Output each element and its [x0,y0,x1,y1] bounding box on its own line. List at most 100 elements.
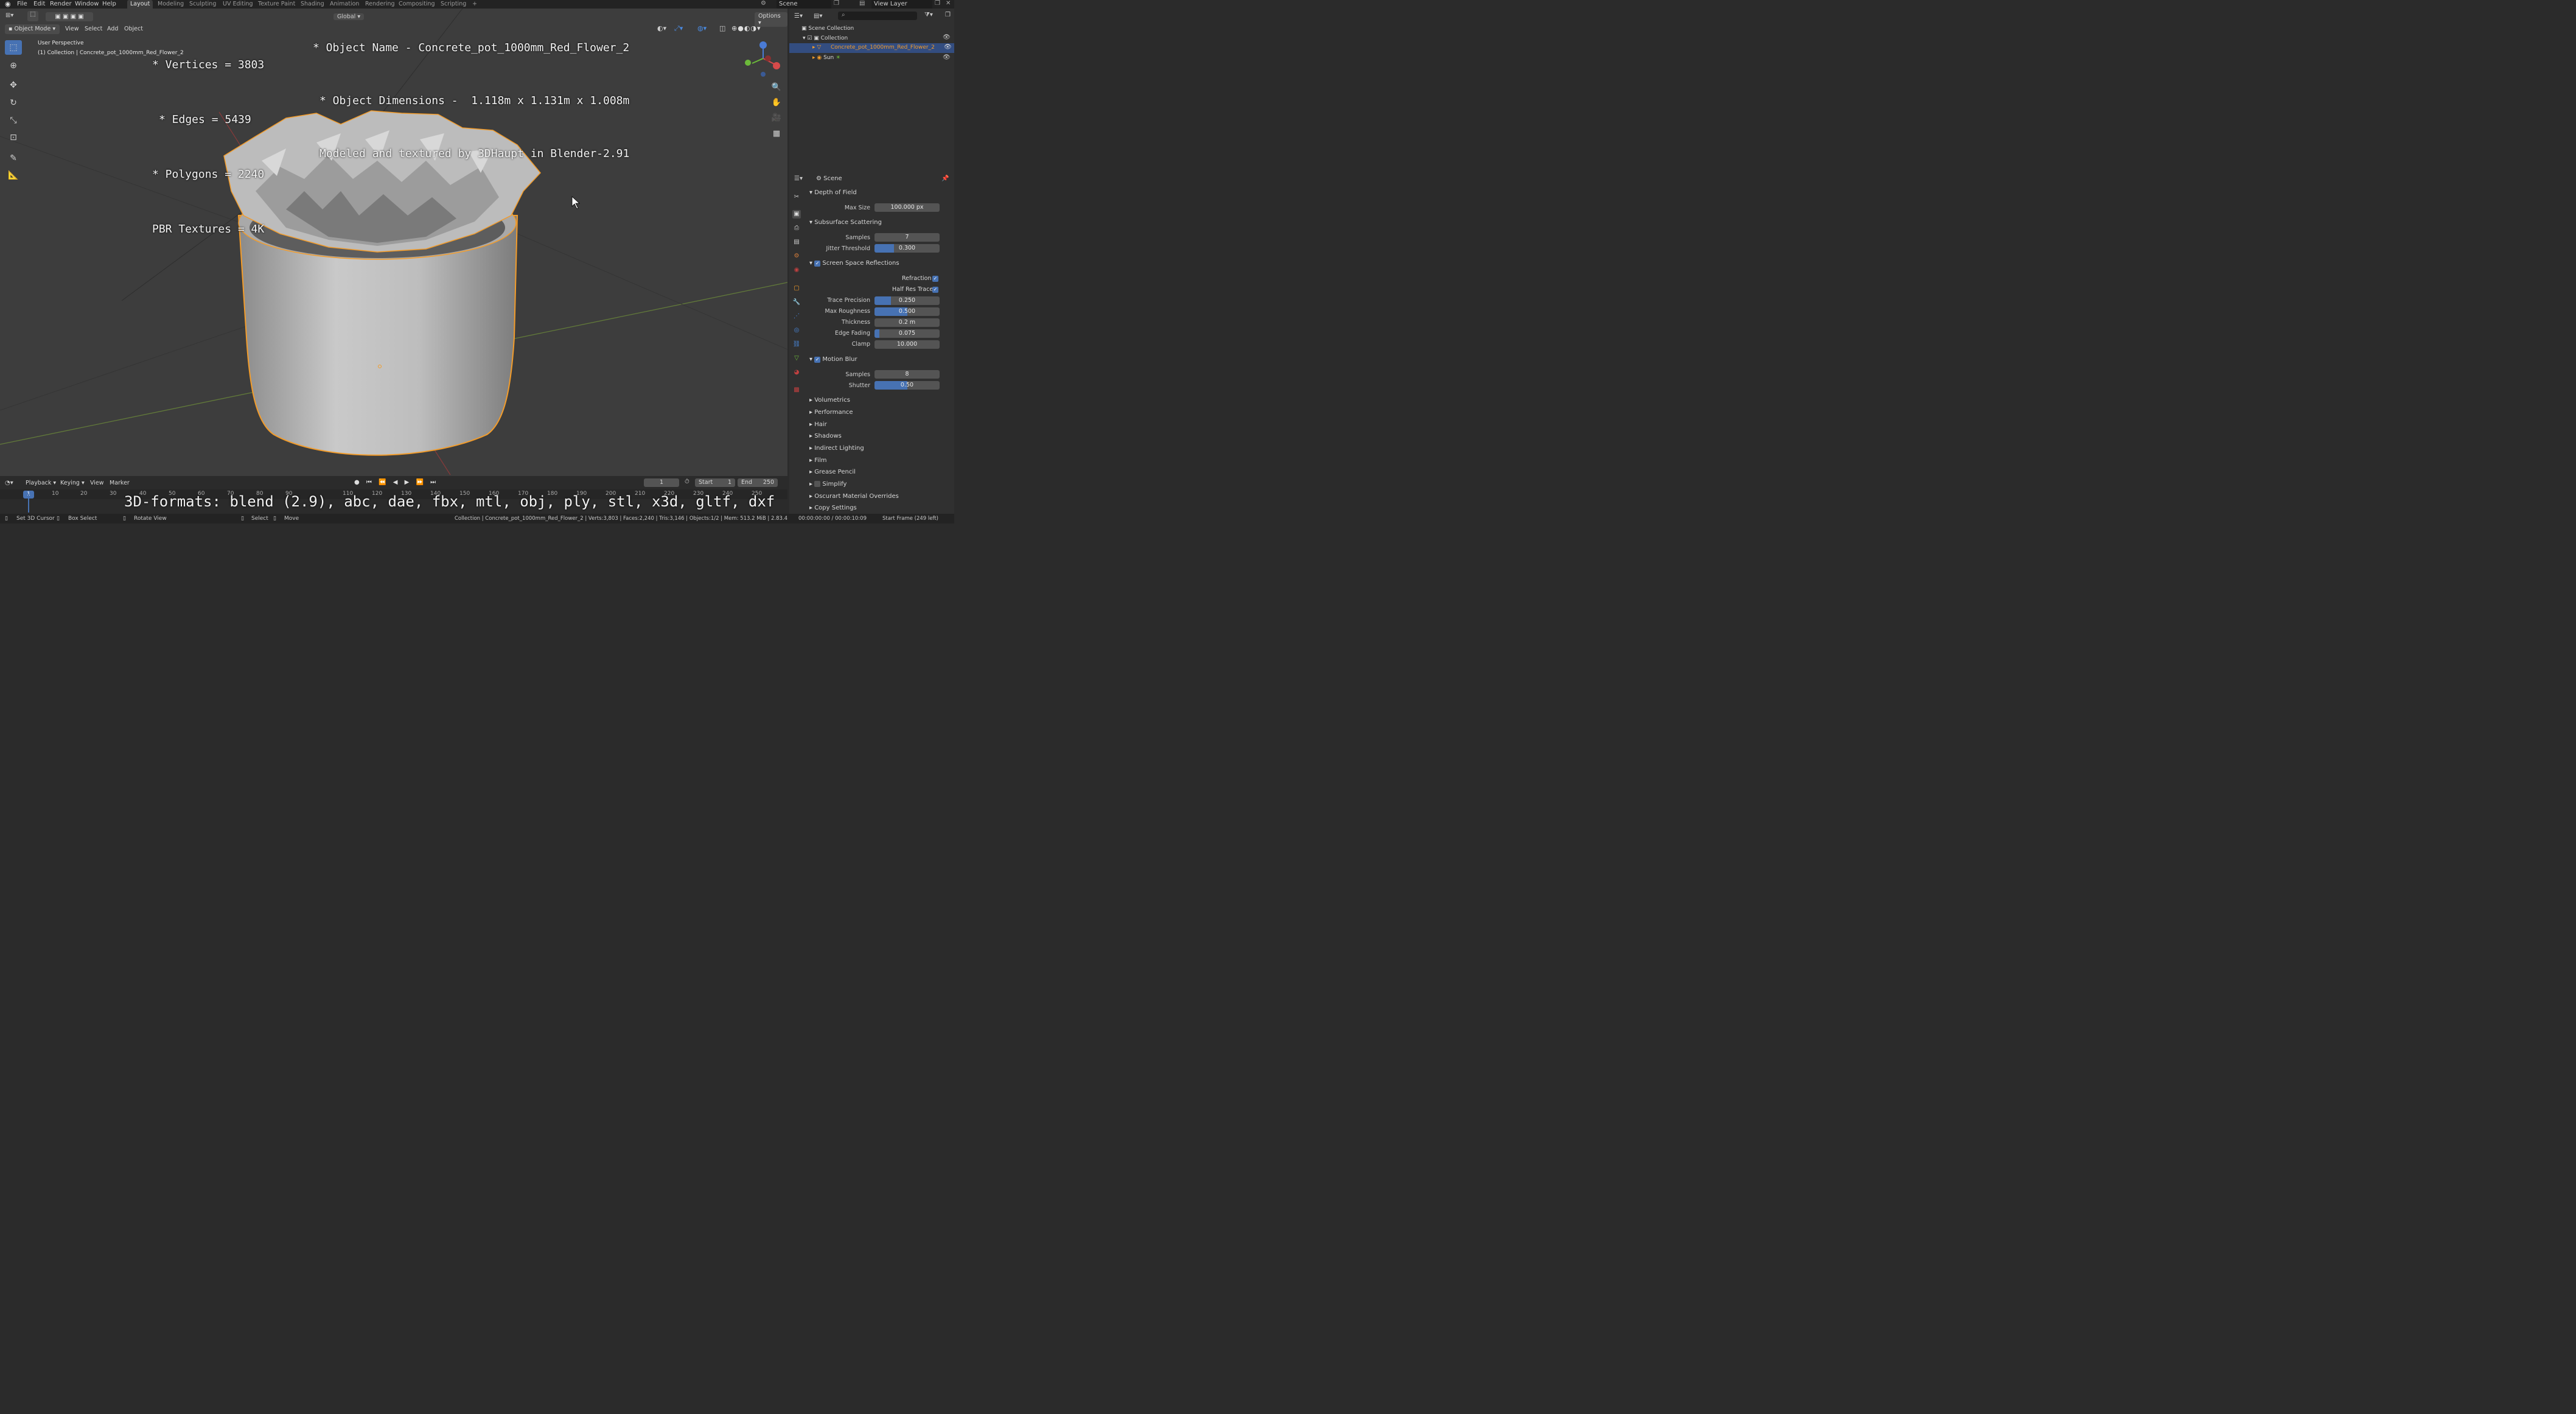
data-tab-icon[interactable]: ▽ [792,354,801,363]
current-frame-field[interactable]: 1 [644,478,679,487]
section-simplify[interactable]: ▸ Simplify [809,481,846,488]
section-grease-pencil[interactable]: ▸ Grease Pencil [809,469,856,475]
grid-toggle-icon[interactable]: ▦ [770,128,783,140]
properties-editor-icon[interactable]: ☰▾ [794,175,803,182]
scene-tab-icon[interactable]: ⚙ [792,252,801,261]
tab-sculpting[interactable]: Sculpting [189,0,216,9]
clamp-field[interactable]: 10.000 [874,340,940,349]
particles-tab-icon[interactable]: ⋰ [792,312,801,321]
section-depth-of-field[interactable]: ▾ Depth of Field [809,189,857,196]
material-tab-icon[interactable]: ◕ [792,368,801,377]
measure-tool-icon[interactable]: 📐 [5,168,22,183]
scene-selector[interactable]: Scene [777,0,831,9]
gizmo-icon[interactable]: ⤢▾ [674,24,683,33]
half-res-trace-checkbox[interactable]: ✓ [932,287,938,293]
motion-blur-checkbox[interactable]: ✓ [814,357,821,363]
pin-icon[interactable]: 📌 [941,175,949,182]
menu-edit[interactable]: Edit [33,0,45,9]
trace-precision-slider[interactable]: 0.250 [874,296,940,305]
transform-tool-icon[interactable]: ⊡ [5,130,22,145]
constraints-tab-icon[interactable]: ⛓ [792,340,801,349]
section-subsurface-scattering[interactable]: ▾ Subsurface Scattering [809,219,882,226]
shading-mode-icons[interactable]: ⊕●◐◑▾ [731,24,761,32]
object-tab-icon[interactable]: ▢ [792,284,801,293]
select-box-tool-icon[interactable]: ⬚ [5,40,22,55]
tab-rendering[interactable]: Rendering [365,0,395,9]
visibility-eye-icon[interactable]: 👁 [944,44,952,51]
outliner-panel[interactable]: ☰▾ ▤▾ ⌕ ⧩▾ ❐ ▣ Scene Collection ▾ ☑ ▣ Co… [789,9,954,173]
modifier-tab-icon[interactable]: 🔧 [792,298,801,307]
start-frame-field[interactable]: Start 1 [695,478,735,487]
tab-shading[interactable]: Shading [301,0,324,9]
texture-tab-icon[interactable]: ▩ [792,386,801,394]
collection-checkbox-icon[interactable]: ▾ ☑ ▣ [803,35,821,41]
copy-icon[interactable]: ❐ [834,0,839,7]
outliner-editor-icon[interactable]: ☰▾ [794,13,803,19]
outliner-object-row[interactable]: ▸ ▽ Concrete_pot_1000mm_Red_Flower_2 👁 [789,43,954,53]
ssr-enable-checkbox[interactable]: ✓ [814,261,821,267]
section-oscurart-overrides[interactable]: ▸ Oscurart Material Overrides [809,493,899,500]
section-motion-blur[interactable]: ▾ ✓ Motion Blur [809,356,857,363]
timeline-menu-playback[interactable]: Playback ▾ [26,480,56,486]
tab-compositing[interactable]: Compositing [399,0,435,9]
max-size-field[interactable]: 100.000 px [874,203,940,212]
shutter-slider[interactable]: 0.50 [874,381,940,390]
scale-tool-icon[interactable]: ⤡ [5,113,22,128]
visibility-eye-icon[interactable]: 👁 [943,34,951,41]
outliner-light-row[interactable]: ▸ ◉ Sun ☀ [812,55,840,61]
display-mode-icon[interactable]: ▤▾ [814,13,822,19]
refraction-checkbox[interactable]: ✓ [932,276,938,282]
outliner-scene-collection[interactable]: ▣ Scene Collection [801,26,854,32]
blender-logo-icon[interactable]: ◉ [5,0,11,8]
simplify-checkbox[interactable] [814,481,821,487]
overlay-icon[interactable]: ◍▾ [697,24,707,32]
tab-uv-editing[interactable]: UV Editing [223,0,253,9]
section-performance[interactable]: ▸ Performance [809,409,853,416]
cursor-tool-icon[interactable]: ⊕ [5,58,22,73]
playhead-line[interactable] [28,494,29,513]
edge-fading-slider[interactable]: 0.075 [874,329,940,338]
outliner-search-input[interactable]: ⌕ [838,12,917,20]
physics-tab-icon[interactable]: ◎ [792,326,801,335]
stopwatch-icon[interactable]: ⏱ [685,478,689,485]
xray-icon[interactable]: ◫ [719,24,725,32]
section-indirect-lighting[interactable]: ▸ Indirect Lighting [809,445,864,452]
tab-texture-paint[interactable]: Texture Paint [258,0,295,9]
selection-mode-icons[interactable]: ▣ ▣ ▣ ▣ [46,12,93,21]
viewport-menu-select[interactable]: Select [85,26,102,32]
view-layer-selector[interactable]: View Layer [871,0,932,9]
end-frame-field[interactable]: End 250 [738,478,778,487]
annotate-tool-icon[interactable]: ✎ [5,151,22,166]
sss-samples-field[interactable]: 7 [874,233,940,242]
viewport-menu-view[interactable]: View [65,26,79,32]
section-film[interactable]: ▸ Film [809,457,827,464]
rotate-tool-icon[interactable]: ↻ [5,96,22,110]
menu-render[interactable]: Render [50,0,72,9]
mode-selector[interactable]: ▪ Object Mode ▾ [5,24,60,34]
tool-tab-icon[interactable]: ✂ [792,193,801,201]
world-tab-icon[interactable]: ◉ [792,266,801,275]
visibility-icon[interactable]: ◐▾ [657,24,666,32]
outliner-collection-row[interactable]: ▾ ☑ ▣ Collection [803,35,848,41]
timeline-editor-icon[interactable]: ◔▾ [5,480,13,486]
section-copy-settings[interactable]: ▸ Copy Settings [809,505,857,511]
move-tool-icon[interactable]: ✥ [5,78,22,93]
editor-type-icon[interactable]: ⊞▾ [5,12,13,19]
pan-hand-icon[interactable]: ✋ [770,97,783,109]
tab-animation[interactable]: Animation [330,0,359,9]
section-volumetrics[interactable]: ▸ Volumetrics [809,397,850,404]
thickness-field[interactable]: 0.2 m [874,318,940,327]
viewport-menu-object[interactable]: Object [124,26,143,32]
menu-file[interactable]: File [17,0,27,9]
menu-help[interactable]: Help [102,0,116,9]
camera-icon[interactable]: 🎥 [770,112,783,124]
timeline-menu-keying[interactable]: Keying ▾ [60,480,85,486]
visibility-eye-icon[interactable]: 👁 [943,54,951,61]
add-workspace-button[interactable]: + [472,0,477,9]
copy-icon[interactable]: ❐ [935,0,940,7]
view-layer-icon[interactable]: ▤ [859,0,865,7]
jitter-threshold-slider[interactable]: 0.300 [874,244,940,253]
max-roughness-slider[interactable]: 0.500 [874,307,940,316]
scene-icon[interactable]: ⚙ [761,0,766,7]
filter-icon[interactable]: ⧩▾ [924,12,933,18]
